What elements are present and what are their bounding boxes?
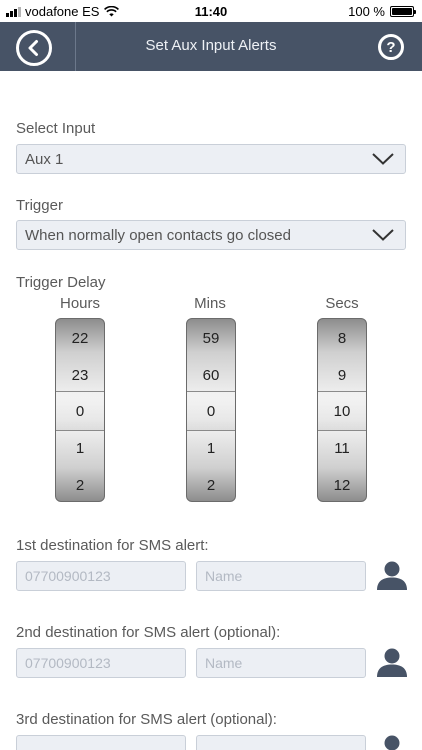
hours-option[interactable]: 23 <box>56 367 104 384</box>
hours-title: Hours <box>59 295 100 312</box>
mins-option[interactable]: 60 <box>187 367 235 384</box>
sms-2-name-input[interactable] <box>196 648 366 678</box>
mins-option[interactable]: 2 <box>187 477 235 494</box>
sms-3-name-input[interactable] <box>196 735 366 750</box>
mins-selected-option[interactable]: 0 <box>187 403 235 420</box>
hours-option[interactable]: 1 <box>56 440 104 457</box>
secs-option[interactable]: 11 <box>318 440 366 457</box>
secs-option[interactable]: 9 <box>318 367 366 384</box>
sms-destination-1-label: 1st destination for SMS alert: <box>16 537 209 554</box>
sms-1-name-input[interactable] <box>196 561 366 591</box>
trigger-dropdown[interactable]: When normally open contacts go closed <box>16 220 406 250</box>
hours-option[interactable]: 2 <box>56 477 104 494</box>
back-arrow-icon <box>28 40 38 56</box>
chevron-down-icon <box>372 229 394 241</box>
back-button[interactable] <box>16 30 52 66</box>
status-right: 100 % <box>348 4 416 19</box>
secs-title: Secs <box>325 295 359 312</box>
sms-destination-3-label: 3rd destination for SMS alert (optional)… <box>16 711 277 728</box>
page-title: Set Aux Input Alerts <box>145 37 277 54</box>
contact-picker-icon[interactable] <box>376 646 408 678</box>
secs-option[interactable]: 12 <box>318 477 366 494</box>
chevron-down-icon <box>372 153 394 165</box>
help-button[interactable]: ? <box>378 34 404 60</box>
sms-3-phone-input[interactable] <box>16 735 186 750</box>
help-icon: ? <box>386 38 396 56</box>
status-bar: vodafone ES 11:40 100 % <box>0 0 422 22</box>
header-bar: Set Aux Input Alerts ? <box>0 22 422 71</box>
battery-fill <box>392 8 412 15</box>
mins-option[interactable]: 59 <box>187 330 235 347</box>
mins-title: Mins <box>194 295 226 312</box>
battery-percent: 100 % <box>348 4 385 19</box>
hours-picker[interactable]: 22 23 0 1 2 <box>55 318 105 502</box>
trigger-label: Trigger <box>16 197 63 214</box>
mins-picker[interactable]: 59 60 0 1 2 <box>186 318 236 502</box>
sms-destination-2-label: 2nd destination for SMS alert (optional)… <box>16 624 281 641</box>
battery-icon <box>390 6 416 17</box>
secs-option[interactable]: 8 <box>318 330 366 347</box>
trigger-delay-label: Trigger Delay <box>16 274 106 291</box>
hours-option[interactable]: 22 <box>56 330 104 347</box>
select-input-value: Aux 1 <box>25 151 64 168</box>
sms-2-phone-input[interactable] <box>16 648 186 678</box>
hours-selected-option[interactable]: 0 <box>56 403 104 420</box>
contact-picker-icon[interactable] <box>376 559 408 591</box>
mins-option[interactable]: 1 <box>187 440 235 457</box>
select-input-label: Select Input <box>16 120 96 137</box>
contact-picker-icon[interactable] <box>376 733 408 750</box>
select-input-dropdown[interactable]: Aux 1 <box>16 144 406 174</box>
trigger-value: When normally open contacts go closed <box>25 227 291 244</box>
secs-selected-option[interactable]: 10 <box>318 403 366 420</box>
secs-picker[interactable]: 8 9 10 11 12 <box>317 318 367 502</box>
sms-1-phone-input[interactable] <box>16 561 186 591</box>
